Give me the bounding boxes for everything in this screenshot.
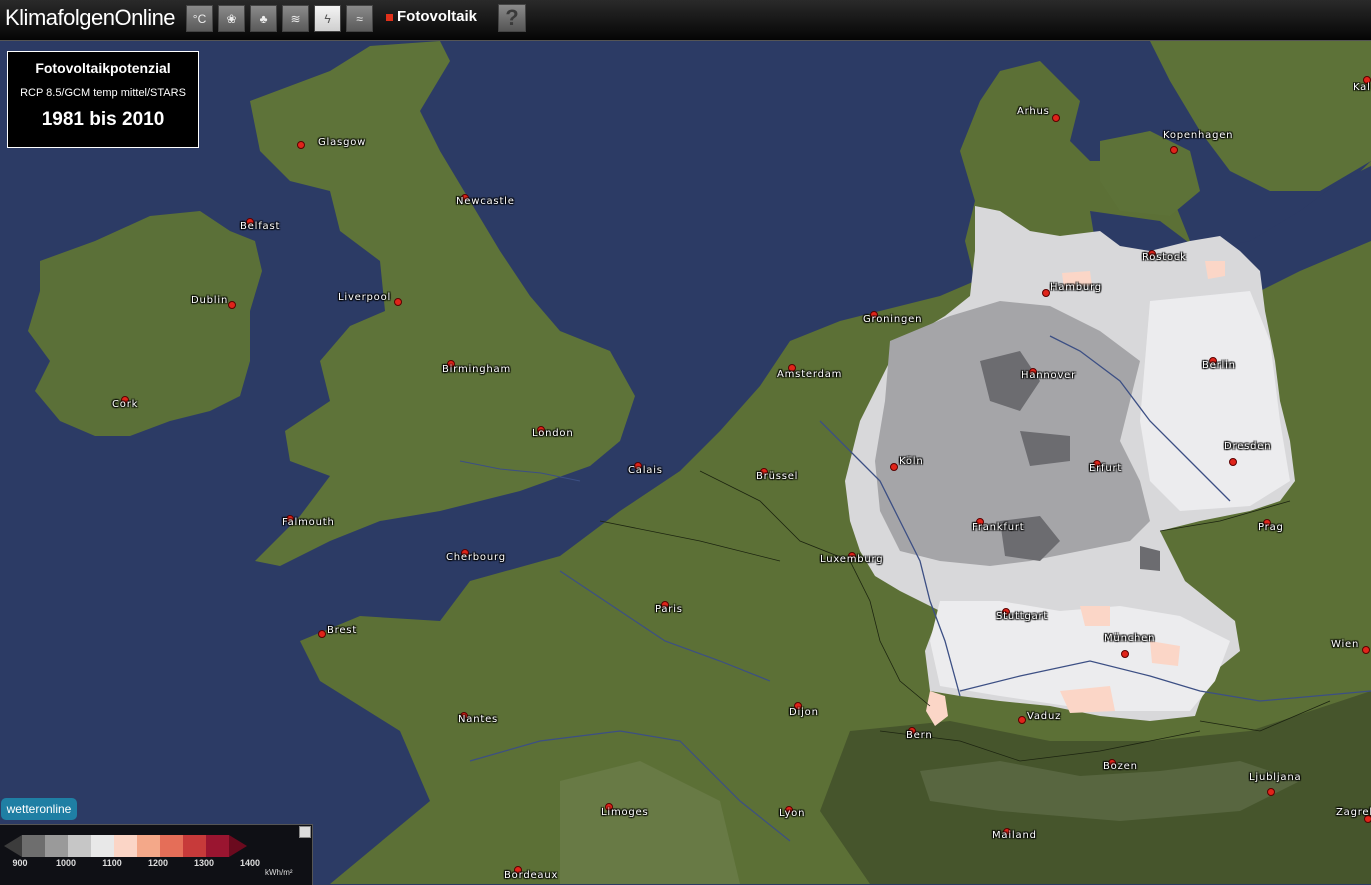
legend-tick-label: 1000	[55, 858, 77, 868]
city-label: Zagreb	[1336, 807, 1371, 818]
city-label: Hamburg	[1050, 282, 1102, 293]
tourism-icon[interactable]: ≈	[346, 5, 373, 32]
info-period: 1981 bis 2010	[41, 109, 165, 130]
city-label: Köln	[899, 456, 924, 467]
city-label: Liverpool	[338, 292, 392, 303]
info-scenario: RCP 8.5/GCM temp mittel/STARS	[20, 87, 186, 99]
city-label: Bordeaux	[504, 870, 559, 881]
legend-tick-label: 1400	[239, 858, 261, 868]
city-label: Ljubljana	[1249, 772, 1302, 783]
city-label: Amsterdam	[777, 369, 843, 380]
info-title: Fotovoltaikpotenzial	[35, 60, 171, 76]
legend-swatch	[183, 835, 206, 857]
top-toolbar: KlimafolgenOnline °C ❀ ♣ ≋ ϟ ≈ Fotovoltaik ?	[0, 0, 1371, 41]
legend-tick-label: 1200	[147, 858, 169, 868]
city-label: Frankfurt	[972, 522, 1025, 533]
city-label: Rostock	[1142, 252, 1187, 263]
energy-icon[interactable]: ϟ	[314, 5, 341, 32]
city-label: Dublin	[191, 295, 229, 306]
city-label: Erfurt	[1089, 463, 1123, 474]
legend-unit: kWh/m²	[265, 868, 293, 877]
city-label: Bern	[906, 730, 933, 741]
city-marker-icon[interactable]	[1229, 458, 1237, 466]
active-layer-name: Fotovoltaik	[397, 8, 478, 25]
city-marker-icon[interactable]	[890, 463, 898, 471]
city-label: Glasgow	[318, 137, 367, 148]
city-marker-icon[interactable]	[1362, 646, 1370, 654]
city-label: Prag	[1258, 522, 1284, 533]
city-label: Stuttgart	[996, 611, 1049, 622]
city-marker-icon[interactable]	[1170, 146, 1178, 154]
legend-swatch	[68, 835, 91, 857]
city-marker-icon[interactable]	[394, 298, 402, 306]
agriculture-icon[interactable]: ❀	[218, 5, 245, 32]
legend-tick-label: 900	[12, 858, 28, 868]
city-marker-icon[interactable]	[1018, 716, 1026, 724]
legend-swatch	[22, 835, 45, 857]
city-label: Groningen	[863, 314, 923, 325]
city-label: Cherbourg	[446, 552, 506, 563]
color-legend: 900 1000 1100 1200 1300 1400 kWh/m²	[0, 824, 313, 885]
city-label: Lyon	[779, 808, 806, 819]
info-box: Fotovoltaikpotenzial RCP 8.5/GCM temp mi…	[7, 51, 199, 148]
city-label: London	[532, 428, 574, 439]
legend-swatch	[137, 835, 160, 857]
city-label: Newcastle	[456, 196, 515, 207]
city-label: Brüssel	[756, 471, 799, 482]
legend-swatch	[206, 835, 229, 857]
city-label: Nantes	[458, 714, 499, 725]
legend-swatch	[160, 835, 183, 857]
legend-tick-label: 1100	[102, 858, 122, 868]
city-label: Brest	[327, 625, 358, 636]
city-marker-icon[interactable]	[318, 630, 326, 638]
map-canvas[interactable]	[0, 41, 1371, 884]
city-label: Wien	[1331, 639, 1360, 650]
city-label: Vaduz	[1027, 711, 1062, 722]
forest-icon[interactable]: ♣	[250, 5, 277, 32]
legend-swatch	[91, 835, 114, 857]
city-marker-icon[interactable]	[228, 301, 236, 309]
city-marker-icon[interactable]	[1121, 650, 1129, 658]
legend-swatch	[229, 835, 247, 857]
city-marker-icon[interactable]	[297, 141, 305, 149]
city-label: Luxemburg	[820, 554, 884, 565]
city-label: Kal	[1353, 82, 1371, 93]
legend-tick-label: 1300	[193, 858, 215, 868]
city-label: Kopenhagen	[1163, 130, 1234, 141]
city-label: Birmingham	[442, 364, 511, 375]
city-label: Falmouth	[282, 517, 335, 528]
legend-swatch	[114, 835, 137, 857]
city-label: Dijon	[789, 707, 819, 718]
wetteronline-logo[interactable]: wetteronline	[1, 798, 77, 820]
help-button[interactable]: ?	[498, 4, 526, 32]
city-label: Cork	[112, 399, 139, 410]
legend-swatch	[4, 835, 22, 857]
city-label: Paris	[655, 604, 683, 615]
legend-swatch	[45, 835, 68, 857]
city-label: Berlin	[1202, 360, 1236, 371]
water-icon[interactable]: ≋	[282, 5, 309, 32]
city-label: Bozen	[1103, 761, 1138, 772]
city-label: Arhus	[1017, 106, 1050, 117]
city-label: Calais	[628, 465, 663, 476]
city-label: Limoges	[601, 807, 649, 818]
app-title[interactable]: KlimafolgenOnline	[5, 5, 176, 31]
city-marker-icon[interactable]	[1267, 788, 1275, 796]
legend-toggle-button[interactable]	[299, 826, 311, 838]
city-label: Belfast	[240, 221, 281, 232]
active-layer-marker	[386, 13, 393, 21]
city-label: München	[1104, 633, 1156, 644]
city-label: Mailand	[992, 830, 1037, 841]
city-marker-icon[interactable]	[1052, 114, 1060, 122]
city-label: Dresden	[1224, 441, 1272, 452]
active-layer-label: Fotovoltaik	[386, 8, 477, 25]
city-label: Hannover	[1021, 370, 1077, 381]
temperature-icon[interactable]: °C	[186, 5, 213, 32]
city-marker-icon[interactable]	[1042, 289, 1050, 297]
